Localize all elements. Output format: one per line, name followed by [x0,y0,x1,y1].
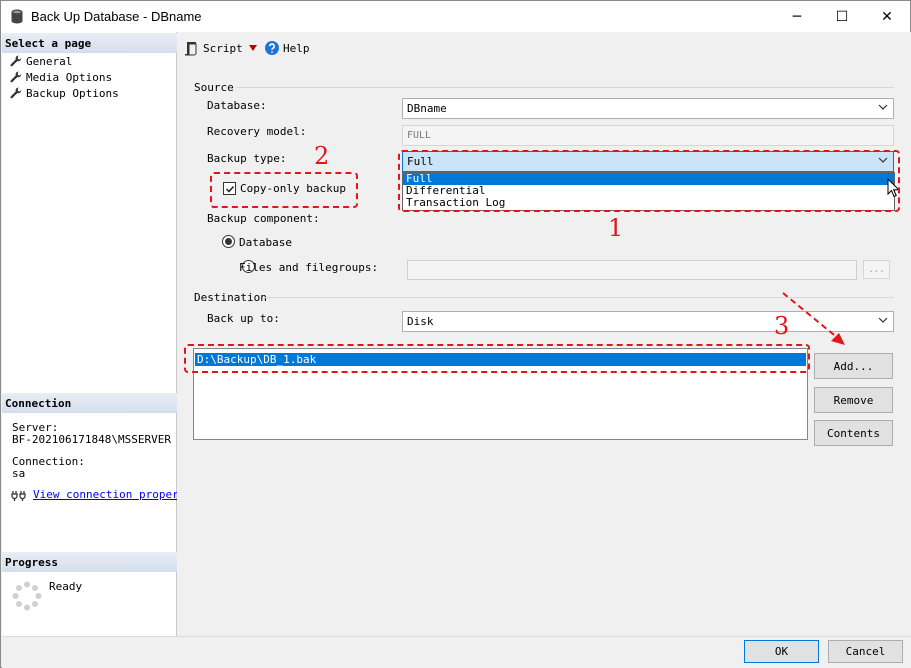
title-bar: Back Up Database - DBname ─ ☐ ✕ [1,1,910,32]
database-combo[interactable]: DBname [402,98,894,119]
maximize-icon: ☐ [835,8,849,25]
backup-component-label: Backup component: [207,212,320,225]
page-item-label: Backup Options [26,86,119,100]
help-icon [265,41,279,55]
progress-spinner-icon [12,581,42,611]
progress-header: Progress [2,552,177,572]
database-label: Database: [207,99,267,112]
contents-button-label: Contents [827,426,880,440]
footer-bar: OK Cancel [2,636,911,668]
chevron-down-icon [878,317,888,323]
browse-glyph: ... [868,264,885,275]
page-item-general[interactable]: General [10,53,72,69]
cancel-button[interactable]: Cancel [828,640,903,663]
recovery-model-label: Recovery model: [207,125,307,138]
source-divider [236,87,894,88]
maximize-button[interactable]: ☐ [819,1,865,32]
add-button[interactable]: Add... [814,353,893,379]
component-database-radio[interactable] [222,235,235,248]
view-connection-properties-link[interactable]: View connection properti [33,488,177,501]
dialog-window: Back Up Database - DBname ─ ☐ ✕ Select a… [0,0,911,668]
filegroups-field [407,260,857,280]
page-item-backup-options[interactable]: Backup Options [10,85,119,101]
annotation-box-backup-path [184,344,810,373]
annotation-number-1: 1 [608,214,624,242]
add-button-label: Add... [833,359,874,373]
back-up-to-label: Back up to: [207,312,280,325]
select-page-header: Select a page [2,33,177,53]
close-button[interactable]: ✕ [864,1,910,32]
script-icon [185,42,197,56]
annotation-arrow-icon [782,292,845,345]
annotation-box-backup-type [398,150,900,212]
recovery-model-value: FULL [407,130,432,141]
wrench-icon [10,71,22,83]
page-item-label: Media Options [26,70,113,84]
ok-button-label: OK [774,645,789,658]
recovery-model-field: FULL [402,125,894,146]
wrench-icon [10,55,22,67]
server-value: BF-202106171848\MSSERVER [12,433,171,446]
connection-plug-icon [11,491,26,501]
ok-button[interactable]: OK [744,640,819,663]
minimize-icon: ─ [792,8,802,25]
chevron-down-icon [878,104,888,110]
component-database-label: Database [239,236,292,249]
wrench-icon [10,87,22,99]
remove-button-label: Remove [833,393,874,407]
destination-group-title: Destination [194,291,267,304]
annotation-number-2: 2 [314,142,330,170]
contents-button[interactable]: Contents [814,420,893,446]
left-pane: Select a page General Media Options Back… [2,32,177,636]
connection-header: Connection [2,393,177,413]
minimize-button[interactable]: ─ [774,1,820,32]
progress-status: Ready [49,580,83,593]
page-item-label: General [26,54,73,68]
window-title: Back Up Database - DBname [31,9,202,24]
remove-button[interactable]: Remove [814,387,893,413]
database-value: DBname [407,102,447,115]
page-item-media-options[interactable]: Media Options [10,69,112,85]
script-dropdown-icon[interactable] [249,45,257,51]
connection-value: sa [12,467,26,480]
database-icon [11,9,23,24]
annotation-box-copy-only [210,172,358,208]
script-button[interactable]: Script [203,42,243,55]
close-icon: ✕ [881,8,893,25]
filegroups-browse-button: ... [863,260,890,279]
help-button[interactable]: Help [283,42,310,55]
component-files-label: Files and filegroups: [239,261,379,274]
cancel-button-label: Cancel [845,645,886,658]
source-group-title: Source [194,81,234,94]
back-up-to-value: Disk [407,315,434,328]
backup-type-label: Backup type: [207,152,287,165]
